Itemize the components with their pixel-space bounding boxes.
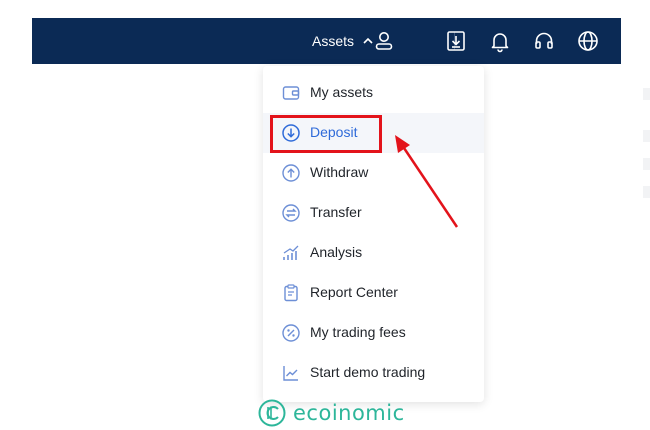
- assets-menu-button[interactable]: Assets: [312, 18, 374, 64]
- menu-item-start-demo-trading[interactable]: Start demo trading: [263, 353, 484, 393]
- wallet-icon: [281, 83, 301, 103]
- transfer-icon: [281, 203, 301, 223]
- menu-item-report-center[interactable]: Report Center: [263, 273, 484, 313]
- user-icon[interactable]: [372, 29, 396, 53]
- deposit-highlight-box: [270, 115, 382, 153]
- download-app-icon[interactable]: [444, 29, 468, 53]
- headset-icon[interactable]: [532, 29, 556, 53]
- assets-label: Assets: [312, 33, 355, 49]
- withdraw-icon: [281, 163, 301, 183]
- menu-item-label: Report Center: [310, 284, 398, 300]
- analysis-icon: [281, 243, 301, 263]
- background-content-fragment: [643, 158, 650, 170]
- bell-icon[interactable]: [488, 29, 512, 53]
- menu-item-label: Transfer: [310, 204, 362, 220]
- background-content-fragment: [643, 130, 650, 142]
- background-content-fragment: [643, 186, 650, 198]
- watermark-text: ecoinomic: [293, 401, 405, 425]
- menu-item-label: My trading fees: [310, 324, 406, 340]
- menu-item-label: Start demo trading: [310, 364, 426, 380]
- globe-icon[interactable]: [576, 29, 600, 53]
- report-icon: [281, 283, 301, 303]
- demo-trading-icon: [281, 363, 301, 383]
- menu-item-label: Withdraw: [310, 164, 369, 180]
- menu-item-label: Analysis: [310, 244, 363, 260]
- menu-item-label: My assets: [310, 84, 374, 100]
- top-nav-bar: Assets: [32, 18, 621, 64]
- menu-item-transfer[interactable]: Transfer: [263, 193, 484, 233]
- fees-icon: [281, 323, 301, 343]
- menu-item-my-trading-fees[interactable]: My trading fees: [263, 313, 484, 353]
- background-content-fragment: [643, 88, 650, 100]
- menu-item-withdraw[interactable]: Withdraw: [263, 153, 484, 193]
- menu-item-my-assets[interactable]: My assets: [263, 73, 484, 113]
- menu-item-analysis[interactable]: Analysis: [263, 233, 484, 273]
- ecoinomic-logo-icon: [258, 399, 286, 427]
